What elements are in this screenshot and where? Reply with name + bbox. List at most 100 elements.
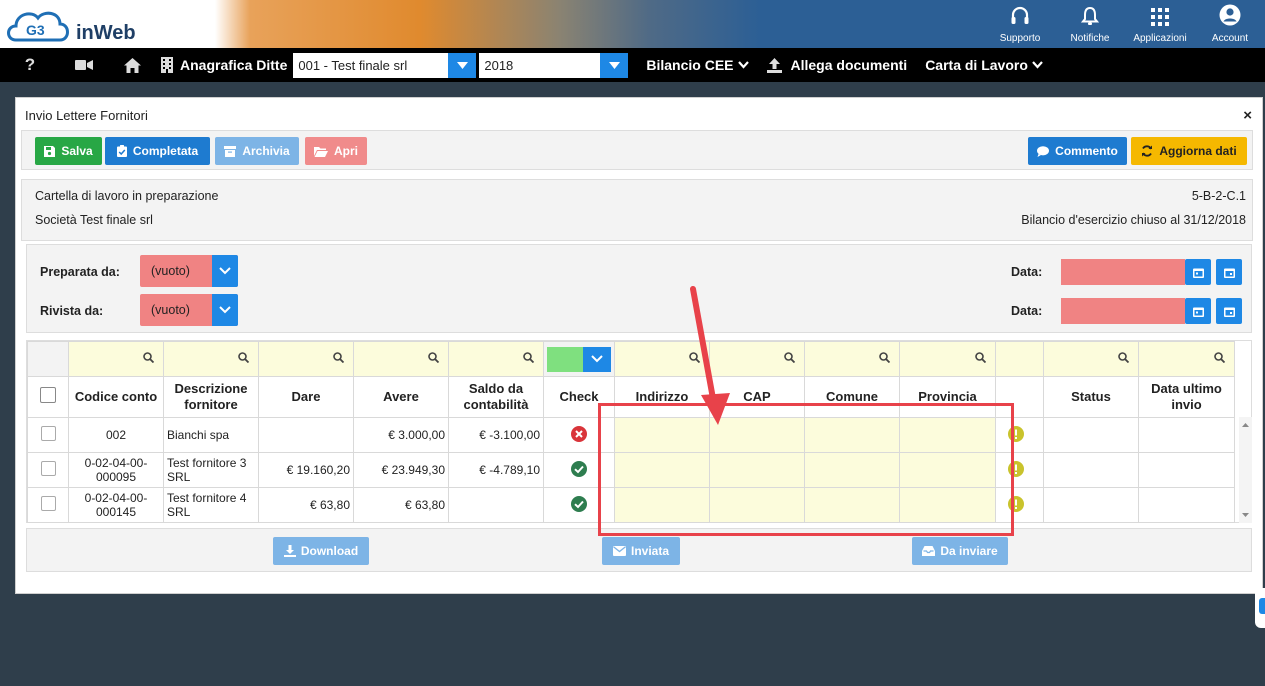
filter-descrizione[interactable]: [163, 341, 259, 377]
filter-data-invio[interactable]: [1138, 341, 1235, 377]
calendar-icon[interactable]: [1185, 298, 1211, 324]
help-icon: ?: [24, 55, 36, 74]
chevron-down-icon[interactable]: [600, 52, 629, 78]
preparata-da-select[interactable]: (vuoto): [140, 255, 238, 287]
download-button[interactable]: Download: [273, 537, 369, 565]
cell-codice: 0-02-04-00-000095: [68, 452, 164, 488]
header-saldo[interactable]: Saldo da contabilità: [448, 376, 544, 418]
chevron-down-icon[interactable]: [212, 294, 238, 326]
logo-badge-text: G3: [26, 22, 45, 38]
apri-label: Apri: [334, 144, 358, 158]
filter-cap[interactable]: [709, 341, 805, 377]
help-button[interactable]: ?: [0, 48, 60, 82]
main-navbar: ? Anagrafica Ditte 001 - Test finale srl…: [0, 48, 1265, 82]
search-icon: [1118, 352, 1130, 364]
supporto-label: Supporto: [999, 33, 1041, 44]
bilancio-cee-label: Bilancio CEE: [646, 57, 734, 73]
filter-status[interactable]: [1043, 341, 1139, 377]
filter-check[interactable]: [543, 341, 615, 377]
data-preparata-input[interactable]: [1061, 259, 1185, 285]
apri-button[interactable]: Apri: [305, 137, 367, 165]
cell-codice: 002: [68, 417, 164, 453]
inbox-icon: [922, 546, 936, 556]
calendar-today-icon[interactable]: [1216, 259, 1242, 285]
row-select-cell: [27, 487, 69, 523]
cell-saldo: € -3.100,00: [448, 417, 544, 453]
modal-toolbar: Salva Completata Archivia Apri Commento …: [21, 130, 1253, 170]
header-dare[interactable]: Dare: [258, 376, 354, 418]
applicazioni-button[interactable]: Applicazioni: [1125, 0, 1195, 48]
home-button[interactable]: [108, 48, 156, 82]
bilancio-cee-menu[interactable]: Bilancio CEE: [646, 57, 749, 73]
chevron-down-icon[interactable]: [448, 52, 477, 78]
chevron-down-icon[interactable]: [583, 346, 611, 372]
row-checkbox[interactable]: [40, 496, 56, 511]
check-circle-icon: [571, 495, 587, 512]
commento-button[interactable]: Commento: [1028, 137, 1127, 165]
salva-label: Salva: [61, 144, 93, 158]
company-select[interactable]: 001 - Test finale srl: [293, 52, 477, 78]
inviata-button[interactable]: Inviata: [602, 537, 680, 565]
search-icon: [975, 352, 987, 364]
calendar-today-icon[interactable]: [1216, 298, 1242, 324]
archivia-button[interactable]: Archivia: [215, 137, 299, 165]
rivista-da-label: Rivista da:: [40, 304, 104, 318]
da-inviare-button[interactable]: Da inviare: [912, 537, 1008, 565]
cell-data-invio: [1138, 487, 1235, 523]
carta-di-lavoro-menu[interactable]: Carta di Lavoro: [925, 57, 1043, 73]
filter-indirizzo[interactable]: [614, 341, 710, 377]
row-checkbox[interactable]: [40, 461, 56, 476]
header-data-invio[interactable]: Data ultimo invio: [1138, 376, 1235, 418]
anagrafica-ditte-link[interactable]: Anagrafica Ditte: [180, 57, 287, 73]
cell-status: [1043, 487, 1139, 523]
filter-dare[interactable]: [258, 341, 354, 377]
aggiorna-dati-button[interactable]: Aggiorna dati: [1131, 137, 1247, 165]
archivia-label: Archivia: [242, 144, 290, 158]
header-descrizione[interactable]: Descrizione fornitore: [163, 376, 259, 418]
side-panel-tab[interactable]: [1255, 588, 1265, 628]
cell-descrizione: Bianchi spa: [163, 417, 259, 453]
cell-codice: 0-02-04-00-000145: [68, 487, 164, 523]
user-icon: [1219, 4, 1241, 26]
filter-avere[interactable]: [353, 341, 449, 377]
search-icon: [523, 352, 535, 364]
header-avere[interactable]: Avere: [353, 376, 449, 418]
filter-codice[interactable]: [68, 341, 164, 377]
video-camera-icon: [75, 60, 93, 70]
data-rivista-input[interactable]: [1061, 298, 1185, 324]
filter-saldo[interactable]: [448, 341, 544, 377]
cell-descrizione: Test fornitore 4 SRL: [163, 487, 259, 523]
year-select[interactable]: 2018: [479, 52, 629, 78]
filter-comune[interactable]: [804, 341, 900, 377]
inviata-label: Inviata: [630, 544, 669, 558]
account-button[interactable]: Account: [1195, 0, 1265, 48]
select-all-cell: [27, 376, 69, 418]
video-button[interactable]: [60, 48, 108, 82]
grid-icon: [1151, 8, 1169, 26]
allega-documenti-label: Allega documenti: [790, 57, 908, 73]
row-select-cell: [27, 452, 69, 488]
header-codice[interactable]: Codice conto: [68, 376, 164, 418]
chevron-down-icon[interactable]: [212, 255, 238, 287]
applicazioni-label: Applicazioni: [1133, 33, 1187, 44]
salva-button[interactable]: Salva: [35, 137, 102, 165]
allega-documenti-link[interactable]: Allega documenti: [766, 57, 908, 73]
logo-text: inWeb: [76, 22, 136, 44]
header-status[interactable]: Status: [1043, 376, 1139, 418]
row-checkbox[interactable]: [40, 426, 56, 441]
rivista-da-select[interactable]: (vuoto): [140, 294, 238, 326]
close-icon[interactable]: ×: [1243, 107, 1252, 124]
supporto-button[interactable]: Supporto: [985, 0, 1055, 48]
row-select-cell: [27, 417, 69, 453]
notifiche-button[interactable]: Notifiche: [1055, 0, 1125, 48]
filter-provincia[interactable]: [899, 341, 996, 377]
completata-button[interactable]: Completata: [105, 137, 210, 165]
cell-data-invio: [1138, 452, 1235, 488]
calendar-icon[interactable]: [1185, 259, 1211, 285]
error-circle-icon: [571, 425, 587, 442]
scroll-up-icon[interactable]: [1239, 420, 1252, 430]
table-scrollbar[interactable]: [1239, 417, 1252, 523]
scroll-down-icon[interactable]: [1239, 510, 1252, 520]
select-all-checkbox[interactable]: [40, 387, 56, 403]
check-filter-select[interactable]: [547, 346, 611, 372]
